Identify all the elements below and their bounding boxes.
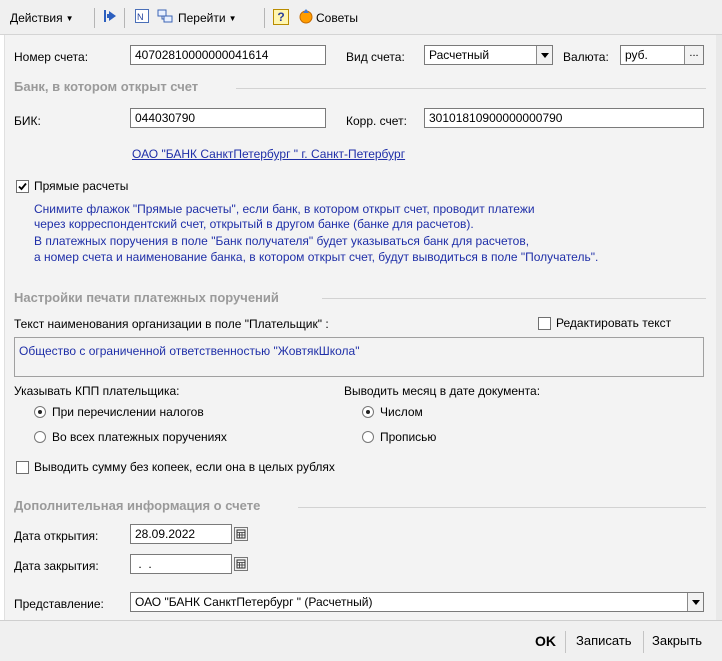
toolbar-separator xyxy=(94,8,95,28)
section-divider xyxy=(298,507,706,508)
close-date-label: Дата закрытия: xyxy=(14,559,99,573)
direct-settlements-checkbox[interactable] xyxy=(16,180,29,193)
dropdown-arrow-icon[interactable] xyxy=(687,593,703,611)
actions-menu[interactable]: Действия ▼ xyxy=(10,9,74,27)
edit-text-label: Редактировать текст xyxy=(556,316,672,330)
bank-link[interactable]: ОАО "БАНК СанктПетербург " г. Санкт-Пете… xyxy=(132,147,405,161)
account-type-select[interactable]: Расчетный xyxy=(424,45,553,65)
extra-section-title: Дополнительная информация о счете xyxy=(14,498,261,513)
kpp-label: Указывать КПП плательщика: xyxy=(14,384,180,398)
calendar-icon[interactable] xyxy=(234,527,248,541)
currency-field[interactable]: руб. ... xyxy=(620,45,704,65)
no-kopecks-label: Выводить сумму без копеек, если она в це… xyxy=(34,460,335,474)
footer-separator xyxy=(565,631,566,653)
account-type-label: Вид счета: xyxy=(346,50,405,64)
toolbar: Действия ▼ N Перейти ▼ ? Советы xyxy=(0,0,722,35)
select-currency-button[interactable]: ... xyxy=(684,46,703,64)
bik-field[interactable]: 044030790 xyxy=(130,108,326,128)
direct-hint-line: через корреспондентский счет, открытый в… xyxy=(34,217,474,231)
calendar-icon[interactable] xyxy=(234,557,248,571)
corr-account-field[interactable]: 30101810900000000790 xyxy=(424,108,704,128)
month-label: Выводить месяц в дате документа: xyxy=(344,384,541,398)
goto-menu-label: Перейти xyxy=(178,11,226,25)
month-option-label: Прописью xyxy=(380,430,437,444)
section-divider xyxy=(236,88,706,89)
open-date-field[interactable]: 28.09.2022 xyxy=(130,524,232,544)
bik-label: БИК: xyxy=(14,114,41,128)
close-button[interactable]: Закрыть xyxy=(652,633,702,648)
currency-label: Валюта: xyxy=(563,50,609,64)
section-divider xyxy=(322,298,706,299)
bank-section-title: Банк, в котором открыт счет xyxy=(14,79,199,94)
month-number-radio[interactable] xyxy=(362,406,374,418)
toolbar-separator xyxy=(264,8,265,28)
edit-text-checkbox[interactable] xyxy=(538,317,551,330)
open-date-label: Дата открытия: xyxy=(14,529,99,543)
toolbar-separator xyxy=(124,8,125,28)
goto-menu[interactable]: Перейти ▼ xyxy=(178,9,236,27)
save-button[interactable]: Записать xyxy=(576,633,632,648)
close-date-field[interactable]: . . xyxy=(130,554,232,574)
chevron-down-icon: ▼ xyxy=(65,14,74,23)
presentation-label: Представление: xyxy=(14,597,104,611)
payer-text-label: Текст наименования организации в поле "П… xyxy=(14,317,329,331)
chevron-down-icon: ▼ xyxy=(228,14,237,23)
month-option-label: Числом xyxy=(380,405,423,419)
direct-hint-line: Снимите флажок "Прямые расчеты", если ба… xyxy=(34,202,535,216)
account-number-field[interactable]: 40702810000000041614 xyxy=(130,45,326,65)
currency-value: руб. xyxy=(625,48,648,62)
footer-separator xyxy=(643,631,644,653)
ok-button[interactable]: OK xyxy=(535,633,556,649)
document-form-icon[interactable]: N xyxy=(134,8,150,24)
go-to-top-icon[interactable] xyxy=(102,8,118,24)
presentation-select[interactable]: ОАО "БАНК СанктПетербург " (Расчетный) xyxy=(130,592,704,612)
kpp-taxes-radio[interactable] xyxy=(34,406,46,418)
month-words-radio[interactable] xyxy=(362,431,374,443)
account-type-value: Расчетный xyxy=(429,48,490,62)
kpp-all-radio[interactable] xyxy=(34,431,46,443)
direct-settlements-label: Прямые расчеты xyxy=(34,179,129,193)
checkmark-icon xyxy=(18,182,27,191)
structure-subordination-icon[interactable] xyxy=(157,8,173,24)
tips-icon[interactable] xyxy=(298,8,314,24)
footer-bar: OK Записать Закрыть xyxy=(0,620,722,661)
account-number-label: Номер счета: xyxy=(14,50,89,64)
svg-text:N: N xyxy=(137,12,144,22)
help-icon[interactable]: ? xyxy=(273,9,289,25)
direct-hint-line: В платежных поручения в поле "Банк получ… xyxy=(34,234,530,248)
direct-hint-line: а номер счета и наименование банка, в ко… xyxy=(34,250,599,264)
payer-text-field[interactable]: Общество с ограниченной ответственностью… xyxy=(14,337,704,377)
tips-button[interactable]: Советы xyxy=(316,9,358,27)
corr-account-label: Корр. счет: xyxy=(346,114,407,128)
no-kopecks-checkbox[interactable] xyxy=(16,461,29,474)
print-section-title: Настройки печати платежных поручений xyxy=(14,290,279,305)
presentation-value: ОАО "БАНК СанктПетербург " (Расчетный) xyxy=(135,595,373,609)
actions-menu-label: Действия xyxy=(10,11,63,25)
kpp-option-label: Во всех платежных поручениях xyxy=(52,430,227,444)
dropdown-arrow-icon[interactable] xyxy=(536,46,552,64)
window-edge xyxy=(716,35,722,620)
kpp-option-label: При перечислении налогов xyxy=(52,405,204,419)
